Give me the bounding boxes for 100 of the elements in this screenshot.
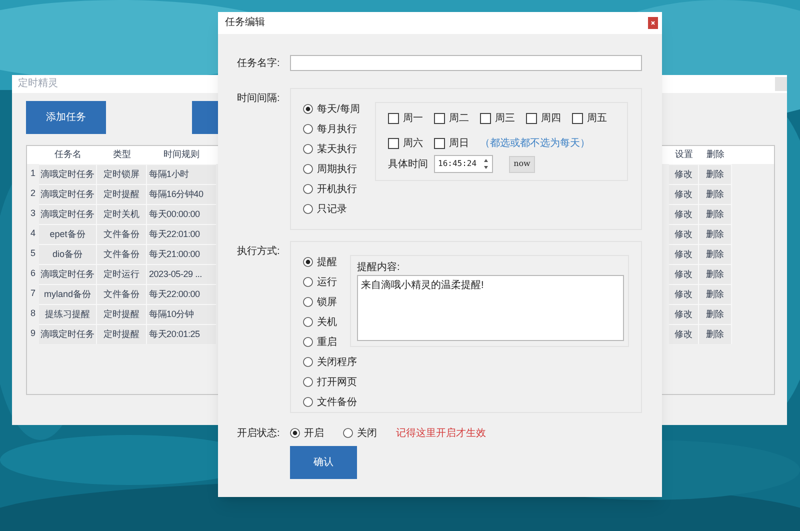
radio-button[interactable]: [343, 428, 353, 438]
radio-label[interactable]: 关闭: [357, 426, 377, 440]
radio-button[interactable]: [303, 397, 313, 407]
radio-button[interactable]: [303, 104, 313, 114]
field-label: 开启状态:: [237, 426, 281, 440]
checkbox-label[interactable]: 周二: [449, 110, 469, 126]
radio-label[interactable]: 开启: [304, 426, 324, 440]
add-task-button[interactable]: 添加任务: [26, 101, 106, 134]
time-spinner[interactable]: 16:45:24: [434, 155, 493, 173]
spinner-arrows-icon[interactable]: [482, 157, 490, 171]
row-number: 9: [29, 327, 36, 340]
delete-link[interactable]: 删除: [699, 324, 732, 344]
edit-link[interactable]: 修改: [669, 224, 699, 244]
radio-label[interactable]: 文件备份: [317, 394, 357, 410]
confirm-button[interactable]: 确认: [290, 446, 357, 479]
edit-link[interactable]: 修改: [669, 204, 699, 224]
radio-button[interactable]: [303, 184, 313, 194]
table-cell: dio备份: [39, 244, 97, 264]
radio-button[interactable]: [290, 428, 300, 438]
checkbox[interactable]: [388, 138, 399, 149]
radio-button[interactable]: [303, 257, 313, 267]
delete-link[interactable]: 删除: [699, 264, 732, 284]
table-cell: myland备份: [39, 284, 97, 304]
column-header: 时间规则: [147, 146, 216, 164]
now-button[interactable]: now: [509, 156, 535, 172]
radio-button[interactable]: [303, 204, 313, 214]
checkbox-label[interactable]: 周六: [403, 136, 423, 151]
delete-link[interactable]: 删除: [699, 284, 732, 304]
radio-button[interactable]: [303, 144, 313, 154]
radio-label[interactable]: 开机执行: [317, 182, 357, 196]
edit-link[interactable]: 修改: [669, 184, 699, 204]
edit-link[interactable]: 修改: [669, 164, 699, 184]
dialog-title: 任务编辑: [224, 18, 265, 28]
radio-label[interactable]: 锁屏: [317, 294, 337, 310]
row-number: 1: [29, 167, 36, 180]
table-cell: 文件备份: [97, 224, 147, 244]
radio-button[interactable]: [303, 317, 313, 327]
radio-label[interactable]: 提醒: [317, 254, 337, 270]
edit-link[interactable]: 修改: [669, 324, 699, 344]
close-icon[interactable]: [648, 17, 658, 29]
radio-label[interactable]: 关机: [317, 314, 337, 330]
hint-text: （都选或都不选为每天）: [480, 136, 590, 151]
table-cell: 2023-05-29 ...: [147, 264, 216, 284]
delete-link[interactable]: 删除: [699, 204, 732, 224]
checkbox[interactable]: [434, 138, 445, 149]
edit-link[interactable]: 修改: [669, 244, 699, 264]
radio-label[interactable]: 某天执行: [317, 142, 357, 156]
checkbox[interactable]: [526, 112, 537, 124]
checkbox-label[interactable]: 周四: [541, 110, 561, 126]
table-cell: 滴哦定时任务: [39, 324, 97, 344]
radio-label[interactable]: 每月执行: [317, 122, 357, 136]
table-cell: 文件备份: [97, 284, 147, 304]
table-cell: 文件备份: [97, 244, 147, 264]
delete-link[interactable]: 删除: [699, 304, 732, 324]
edit-link[interactable]: 修改: [669, 304, 699, 324]
delete-link[interactable]: 删除: [699, 184, 732, 204]
row-number: 3: [29, 207, 36, 220]
radio-label[interactable]: 重启: [317, 334, 337, 350]
table-cell: 定时提醒: [97, 304, 147, 324]
checkbox[interactable]: [572, 112, 583, 124]
delete-link[interactable]: 删除: [699, 244, 732, 264]
radio-button[interactable]: [303, 164, 313, 174]
task-name-field[interactable]: [290, 55, 642, 71]
checkbox[interactable]: [388, 112, 399, 124]
radio-button[interactable]: [303, 124, 313, 134]
radio-label[interactable]: 运行: [317, 274, 337, 290]
checkbox[interactable]: [434, 112, 445, 124]
radio-label[interactable]: 关闭程序: [317, 354, 357, 370]
radio-button[interactable]: [303, 337, 313, 347]
radio-label[interactable]: 只记录: [317, 202, 347, 216]
checkbox[interactable]: [480, 112, 491, 124]
edit-link[interactable]: 修改: [669, 264, 699, 284]
delete-link[interactable]: 删除: [699, 164, 732, 184]
header-cell: [27, 146, 39, 164]
radio-label[interactable]: 打开网页: [317, 374, 357, 390]
edit-link[interactable]: 修改: [669, 284, 699, 304]
table-cell: 每天20:01:25: [147, 324, 216, 344]
table-cell: 每隔10分钟: [147, 304, 216, 324]
table-cell: 定时提醒: [97, 184, 147, 204]
reminder-text-area[interactable]: 来自滴哦小精灵的温柔提醒!: [357, 275, 624, 341]
row-number: 5: [29, 247, 36, 260]
radio-button[interactable]: [303, 357, 313, 367]
radio-button[interactable]: [303, 377, 313, 387]
checkbox-label[interactable]: 周一: [403, 110, 423, 126]
window-title: 定时精灵: [17, 79, 58, 89]
radio-button[interactable]: [303, 277, 313, 287]
delete-link[interactable]: 删除: [699, 224, 732, 244]
row-number: 8: [29, 307, 36, 320]
column-header: 类型: [97, 146, 147, 164]
radio-label[interactable]: 每天/每周: [317, 102, 360, 116]
row-number: 7: [29, 287, 36, 300]
radio-button[interactable]: [303, 297, 313, 307]
table-cell: 定时提醒: [97, 324, 147, 344]
checkbox-label[interactable]: 周日: [449, 136, 469, 151]
header-cell: [732, 146, 774, 164]
checkbox-label[interactable]: 周五: [587, 110, 607, 126]
warning-text: 记得这里开启才生效: [396, 426, 486, 440]
radio-label[interactable]: 周期执行: [317, 162, 357, 176]
table-cell: 定时关机: [97, 204, 147, 224]
checkbox-label[interactable]: 周三: [495, 110, 515, 126]
